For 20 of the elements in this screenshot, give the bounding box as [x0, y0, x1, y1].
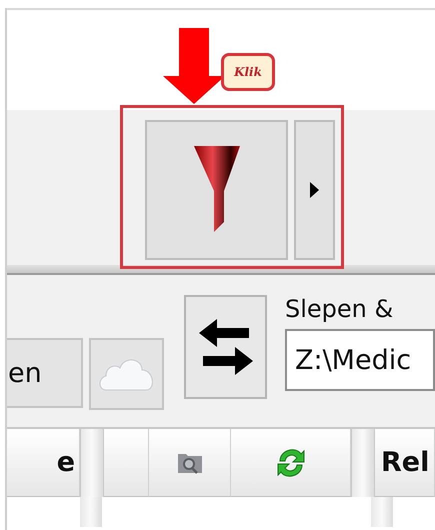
- splitter[interactable]: [80, 429, 104, 497]
- caret-icon: [310, 182, 319, 198]
- callout: Klik: [221, 53, 275, 91]
- browse-button[interactable]: [149, 429, 231, 497]
- column-header[interactable]: [104, 429, 149, 497]
- splitter[interactable]: [371, 497, 393, 527]
- cloud-button[interactable]: [89, 338, 164, 410]
- toolbar-button[interactable]: en: [7, 338, 84, 408]
- filter-button[interactable]: [145, 120, 288, 260]
- swap-button[interactable]: [184, 295, 267, 399]
- swap-arrows-icon: [198, 319, 253, 375]
- splitter[interactable]: [351, 429, 375, 497]
- dropdown-button[interactable]: [294, 120, 335, 260]
- splitter[interactable]: [80, 497, 102, 527]
- filter-icon: [194, 146, 240, 234]
- label: Slepen &: [284, 295, 394, 323]
- column-header[interactable]: e: [7, 429, 80, 497]
- path-field[interactable]: Z:\Medic: [284, 329, 435, 391]
- refresh-button[interactable]: [231, 429, 351, 497]
- column-header[interactable]: Rel: [375, 429, 435, 497]
